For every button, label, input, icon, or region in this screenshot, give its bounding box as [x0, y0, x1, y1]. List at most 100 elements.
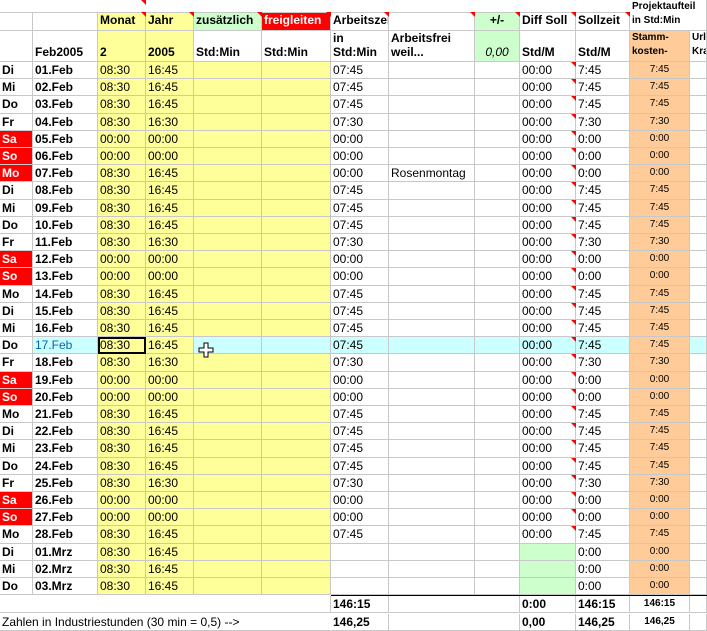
plusminus-cell[interactable] [475, 354, 520, 372]
start-time-cell[interactable]: 08:30 [98, 200, 146, 217]
start-time-cell[interactable]: 08:30 [98, 286, 146, 303]
date-cell[interactable]: 15.Feb [33, 303, 98, 320]
weekday-cell[interactable]: Di [0, 182, 33, 200]
urlaub-cell[interactable] [690, 475, 707, 492]
total-arbeitszeit[interactable]: 146:15 [331, 596, 389, 613]
zusaetzlich-cell[interactable] [194, 440, 262, 458]
end-time-cell[interactable]: 16:45 [146, 96, 194, 114]
zusaetzlich-cell[interactable] [194, 114, 262, 131]
end-time-cell[interactable]: 00:00 [146, 131, 194, 148]
weekday-cell[interactable]: Mi [0, 79, 33, 96]
weekday-cell[interactable]: Fr [0, 475, 33, 492]
date-cell[interactable]: 16.Feb [33, 320, 98, 337]
stammkosten-cell[interactable]: 7:45 [630, 337, 690, 354]
zusaetzlich-cell[interactable] [194, 79, 262, 96]
arbeitsfrei-cell[interactable] [389, 475, 475, 492]
sollzeit-cell[interactable]: 0:00 [576, 131, 630, 148]
industry-stammkosten[interactable]: 146,25 [630, 614, 690, 631]
header-urlaub-krank[interactable]: Url Kra [690, 31, 707, 62]
weekday-cell[interactable]: Di [0, 303, 33, 320]
plusminus-cell[interactable] [475, 492, 520, 509]
date-cell[interactable]: 27.Feb [33, 509, 98, 526]
freigleiten-cell[interactable] [262, 458, 331, 475]
arbeitsfrei-cell[interactable] [389, 440, 475, 458]
start-time-cell[interactable]: 08:30 [98, 303, 146, 320]
date-cell[interactable]: 20.Feb [33, 389, 98, 406]
stammkosten-cell[interactable]: 7:45 [630, 458, 690, 475]
sollzeit-cell[interactable]: 7:45 [576, 62, 630, 79]
arbeitsfrei-cell[interactable] [389, 337, 475, 354]
header-arbeitszeit[interactable]: Arbeitszeit [331, 12, 389, 31]
date-cell[interactable]: 09.Feb [33, 200, 98, 217]
urlaub-cell[interactable] [690, 320, 707, 337]
plusminus-cell[interactable] [475, 182, 520, 200]
total-diffsoll[interactable]: 0:00 [520, 596, 576, 613]
arbeitsfrei-cell[interactable] [389, 303, 475, 320]
zusaetzlich-cell[interactable] [194, 475, 262, 492]
urlaub-cell[interactable] [690, 79, 707, 96]
weekday-cell[interactable]: Fr [0, 234, 33, 251]
weekday-cell[interactable]: Mo [0, 526, 33, 544]
weekday-cell[interactable]: Mo [0, 406, 33, 423]
diffsoll-cell[interactable]: 00:00 [520, 268, 576, 286]
header-stdmin[interactable]: Std:Min [262, 31, 331, 62]
total-sollzeit[interactable]: 146:15 [576, 596, 630, 613]
arbeitszeit-cell[interactable]: 07:45 [331, 62, 389, 79]
zusaetzlich-cell[interactable] [194, 492, 262, 509]
diffsoll-cell[interactable]: 00:00 [520, 303, 576, 320]
arbeitsfrei-cell[interactable] [389, 372, 475, 389]
arbeitszeit-cell[interactable]: 07:45 [331, 182, 389, 200]
stammkosten-cell[interactable]: 7:45 [630, 286, 690, 303]
arbeitsfrei-cell[interactable] [389, 234, 475, 251]
date-cell[interactable]: 05.Feb [33, 131, 98, 148]
arbeitszeit-cell[interactable]: 00:00 [331, 372, 389, 389]
stammkosten-cell[interactable]: 0:00 [630, 372, 690, 389]
plusminus-cell[interactable] [475, 423, 520, 440]
diffsoll-cell[interactable] [520, 544, 576, 561]
zusaetzlich-cell[interactable] [194, 561, 262, 578]
stammkosten-cell[interactable]: 7:45 [630, 303, 690, 320]
zusaetzlich-cell[interactable] [194, 62, 262, 79]
end-time-cell[interactable]: 16:45 [146, 337, 194, 354]
sollzeit-cell[interactable]: 7:30 [576, 475, 630, 492]
freigleiten-cell[interactable] [262, 234, 331, 251]
end-time-cell[interactable]: 00:00 [146, 148, 194, 165]
plusminus-cell[interactable] [475, 389, 520, 406]
freigleiten-cell[interactable] [262, 268, 331, 286]
date-cell[interactable]: 01.Mrz [33, 544, 98, 561]
arbeitsfrei-cell[interactable] [389, 217, 475, 234]
date-cell[interactable]: 02.Mrz [33, 561, 98, 578]
freigleiten-cell[interactable] [262, 320, 331, 337]
diffsoll-cell[interactable]: 00:00 [520, 96, 576, 114]
plusminus-cell[interactable] [475, 131, 520, 148]
plusminus-value[interactable]: 0,00 [475, 31, 520, 62]
weekday-cell[interactable]: Di [0, 423, 33, 440]
header-in-stdmin[interactable]: in Std:Min [331, 31, 389, 62]
weekday-cell[interactable]: Sa [0, 492, 33, 509]
weekday-cell[interactable]: Do [0, 578, 33, 595]
plusminus-cell[interactable] [475, 509, 520, 526]
diffsoll-cell[interactable]: 00:00 [520, 423, 576, 440]
sollzeit-cell[interactable]: 7:45 [576, 320, 630, 337]
stammkosten-cell[interactable]: 7:45 [630, 423, 690, 440]
arbeitszeit-cell[interactable]: 07:45 [331, 458, 389, 475]
header-stdm[interactable]: Std/M [576, 31, 630, 62]
date-cell[interactable]: 02.Feb [33, 79, 98, 96]
arbeitsfrei-cell[interactable] [389, 389, 475, 406]
plusminus-cell[interactable] [475, 268, 520, 286]
date-cell[interactable]: 07.Feb [33, 165, 98, 182]
header-freigleiten[interactable]: freigleiten [262, 12, 331, 31]
start-time-cell[interactable]: 08:30 [98, 62, 146, 79]
date-cell[interactable]: 24.Feb [33, 458, 98, 475]
freigleiten-cell[interactable] [262, 526, 331, 544]
header-stammkosten[interactable]: Stamm-kosten- [630, 31, 690, 62]
urlaub-cell[interactable] [690, 268, 707, 286]
end-time-cell[interactable]: 16:45 [146, 406, 194, 423]
plusminus-cell[interactable] [475, 561, 520, 578]
date-cell[interactable]: 10.Feb [33, 217, 98, 234]
urlaub-cell[interactable] [690, 337, 707, 354]
start-time-cell[interactable]: 08:30 [98, 578, 146, 595]
zusaetzlich-cell[interactable] [194, 251, 262, 268]
weekday-cell[interactable]: Mi [0, 561, 33, 578]
sollzeit-cell[interactable]: 7:30 [576, 114, 630, 131]
